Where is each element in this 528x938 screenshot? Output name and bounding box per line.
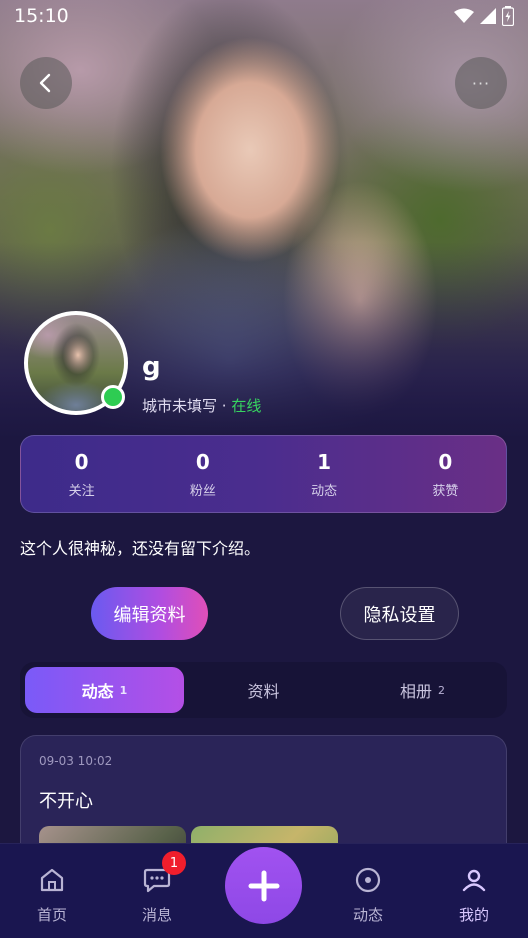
unread-badge: 1 bbox=[162, 851, 186, 875]
tab-label: 动态 bbox=[81, 682, 114, 701]
nav-label: 我的 bbox=[458, 906, 489, 924]
status-icons bbox=[454, 6, 514, 26]
separator-text: · bbox=[217, 397, 232, 415]
profile-tabs: 动态 1 资料 相册 2 bbox=[20, 662, 507, 718]
nav-mine[interactable]: 我的 bbox=[434, 844, 514, 938]
online-status-text: 在线 bbox=[231, 397, 262, 415]
stat-value: 0 bbox=[195, 449, 210, 474]
more-options-button[interactable]: ··· bbox=[455, 57, 507, 109]
stat-label: 获赞 bbox=[432, 483, 459, 499]
nav-messages[interactable]: 消息 1 bbox=[117, 844, 197, 938]
more-dots-icon: ··· bbox=[471, 73, 491, 93]
stat-value: 0 bbox=[438, 449, 453, 474]
signal-icon bbox=[480, 8, 496, 24]
status-bar: 15:10 bbox=[0, 0, 528, 32]
tab-label: 相册 bbox=[399, 682, 432, 701]
stat-value: 0 bbox=[74, 449, 89, 474]
post-text: 不开心 bbox=[39, 791, 93, 812]
plus-icon bbox=[248, 870, 279, 901]
nav-feed[interactable]: 动态 bbox=[328, 844, 408, 938]
stat-likes[interactable]: 0 获赞 bbox=[385, 436, 506, 512]
stat-value: 1 bbox=[317, 449, 332, 474]
battery-icon bbox=[502, 6, 514, 26]
nav-label: 消息 bbox=[141, 906, 172, 924]
stat-label: 关注 bbox=[68, 483, 95, 499]
create-post-button[interactable] bbox=[225, 847, 302, 924]
stat-label: 粉丝 bbox=[189, 483, 216, 499]
edit-profile-button[interactable]: 编辑资料 bbox=[91, 587, 208, 640]
home-icon bbox=[38, 866, 66, 894]
user-icon bbox=[460, 866, 488, 894]
tab-count: 2 bbox=[438, 683, 445, 697]
tab-label: 资料 bbox=[247, 682, 280, 701]
compass-icon bbox=[354, 866, 382, 894]
tab-count: 1 bbox=[119, 683, 128, 697]
stats-panel: 0 关注 0 粉丝 1 动态 0 获赞 bbox=[20, 435, 507, 513]
tab-profile-info[interactable]: 资料 bbox=[184, 667, 343, 713]
privacy-settings-button[interactable]: 隐私设置 bbox=[340, 587, 459, 640]
stat-followers[interactable]: 0 粉丝 bbox=[142, 436, 263, 512]
city-text: 城市未填写 bbox=[142, 397, 218, 415]
stat-following[interactable]: 0 关注 bbox=[21, 436, 142, 512]
wifi-icon bbox=[454, 8, 474, 23]
nav-label: 首页 bbox=[36, 906, 67, 924]
user-location-status: 城市未填写 · 在线 bbox=[142, 395, 261, 416]
status-time: 15:10 bbox=[14, 5, 69, 27]
tab-album[interactable]: 相册 2 bbox=[343, 667, 502, 713]
nav-label: 动态 bbox=[352, 906, 383, 924]
post-timestamp: 09-03 10:02 bbox=[39, 754, 113, 768]
bio-text: 这个人很神秘，还没有留下介绍。 bbox=[20, 539, 261, 558]
avatar-container[interactable] bbox=[24, 311, 128, 415]
stat-label: 动态 bbox=[311, 483, 338, 499]
chevron-left-icon bbox=[39, 73, 51, 93]
online-indicator bbox=[101, 385, 125, 409]
user-name: g bbox=[142, 352, 161, 382]
back-button[interactable] bbox=[20, 57, 72, 109]
stat-posts[interactable]: 1 动态 bbox=[264, 436, 385, 512]
nav-home[interactable]: 首页 bbox=[12, 844, 92, 938]
tab-posts[interactable]: 动态 1 bbox=[25, 667, 184, 713]
